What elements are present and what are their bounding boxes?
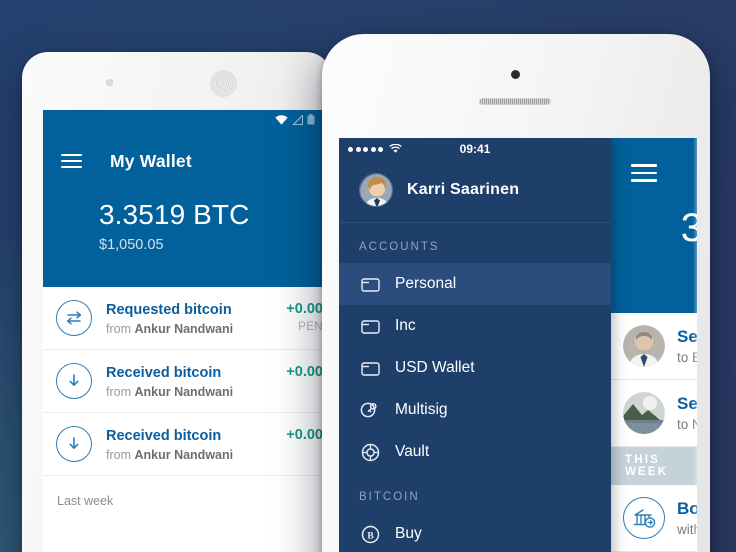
sidebar-item-label: Multisig [395,401,448,418]
sidebar-item-inc[interactable]: Inc [339,305,611,347]
android-status-bar [43,110,323,130]
transaction-amount: +0.00 [286,427,323,444]
request-arrows-icon [56,299,92,336]
android-screen: My Wallet 3.3519 BTC $1,050.05 Requested… [43,110,323,552]
table-row[interactable]: Requested bitcoin from Ankur Nandwani +0… [43,287,323,350]
section-divider: THIS WEEK [609,447,697,485]
svg-text:B: B [367,531,374,541]
transaction-amount-block: +0.00 PEN [255,300,323,333]
wallet-icon [359,360,381,377]
sidebar-item-label: Buy [395,525,422,542]
android-app-bar: My Wallet 3.3519 BTC $1,050.05 [43,130,323,287]
wifi-icon [275,114,288,125]
transaction-amount: +0.00 [286,300,323,317]
status-badge: PEN [298,320,323,333]
transaction-title: Received bitcoin [106,364,222,381]
panel-edge-highlight [693,138,697,552]
iphone-earpiece-speaker-icon [479,98,551,105]
battery-icon [307,114,315,125]
iphone-content-header: 3 [609,138,697,313]
contact-photo-man [623,325,665,367]
sidebar-item-personal[interactable]: Personal [339,263,611,305]
avatar [359,173,393,207]
contact-photo-landscape [623,392,665,434]
section-label: Last week [43,476,323,527]
iphone-content-panel: 3 Sent [609,138,697,552]
transaction-subtitle: from Ankur Nandwani [106,448,234,463]
table-row[interactable]: Received bitcoin from Ankur Nandwani +0.… [43,350,323,414]
received-down-arrow-icon [56,426,92,463]
android-front-camera-icon [106,79,113,86]
sidebar-item-label: Personal [395,275,457,292]
sidebar-item-label: USD Wallet [395,359,475,376]
sidebar-item-multisig[interactable]: Multisig [339,389,611,431]
hamburger-icon[interactable] [61,154,82,168]
transaction-amount-block: +0.00 [255,426,323,443]
signal-icon [292,114,303,125]
android-device: My Wallet 3.3519 BTC $1,050.05 Requested… [22,52,332,552]
iphone-status-bar: 09:41 [339,138,611,160]
multisig-key-icon [359,401,381,419]
drawer-user-header[interactable]: Karri Saarinen [339,160,611,223]
balance-fiat: $1,050.05 [99,236,164,253]
bitcoin-icon: B [359,525,381,544]
list-item[interactable]: Sent to New [609,380,697,447]
sidebar-item-usd-wallet[interactable]: USD Wallet [339,347,611,389]
balance-btc: 3.3519 BTC [99,199,250,230]
drawer-group-label-bitcoin: BITCOIN [359,491,420,503]
list-item[interactable]: Sent to Bria [609,313,697,380]
wallet-icon [359,318,381,335]
transaction-subtitle: from Ankur Nandwani [106,385,234,400]
received-down-arrow-icon [56,362,92,399]
android-transaction-list: Requested bitcoin from Ankur Nandwani +0… [43,286,323,527]
list-item[interactable]: Boug with Ch [609,485,697,552]
android-earpiece-speaker-icon [210,70,237,97]
iphone-front-camera-icon [511,70,520,79]
sidebar-item-vault[interactable]: Vault [339,431,611,473]
transaction-subtitle: from Ankur Nandwani [106,321,234,336]
iphone-device: 3 Sent [322,34,710,552]
page-title: My Wallet [110,150,192,171]
transaction-title: Requested bitcoin [106,301,232,318]
hamburger-icon[interactable] [631,164,657,182]
sidebar-item-label: Vault [395,443,430,460]
android-system-icons [275,114,315,125]
transaction-amount: +0.00 [286,363,323,380]
drawer-group-label-accounts: ACCOUNTS [359,241,440,253]
sidebar-item-label: Inc [395,317,416,334]
vault-icon [359,443,381,462]
iphone-side-drawer: 09:41 Karri Saarinen ACCOUNTS Personal I… [339,138,611,552]
wallet-icon [359,276,381,293]
wifi-icon [389,144,402,154]
iphone-screen: 3 Sent [339,138,697,552]
android-balance-block: 3.3519 BTC $1,050.05 [43,178,323,287]
sidebar-item-buy[interactable]: B Buy [339,513,611,552]
transaction-title: Received bitcoin [106,428,222,445]
transaction-amount-block: +0.00 [255,363,323,380]
bank-icon [623,497,665,539]
carrier-signal-dots-icon [348,146,383,152]
user-name: Karri Saarinen [407,181,520,198]
table-row[interactable]: Received bitcoin from Ankur Nandwani +0.… [43,413,323,477]
